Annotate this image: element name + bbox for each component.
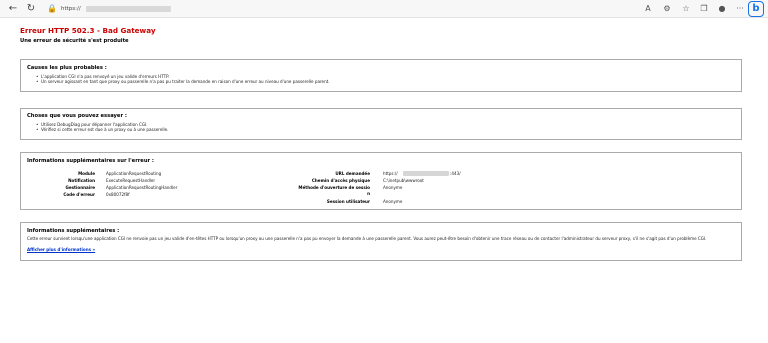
try-panel: Choses que vous pouvez essayer : Utilise… [20, 108, 742, 140]
lock-icon[interactable]: 🔒 [46, 2, 58, 16]
more-info-text: Cette erreur survient lorsqu'une applica… [27, 236, 707, 241]
detail-value: :443/ [450, 171, 461, 176]
redacted-url [403, 171, 449, 176]
detail-value: 0x80072f8f [106, 192, 130, 197]
error-info-heading: Informations supplémentaires sur l'erreu… [27, 158, 154, 164]
browser-toolbar: ← ↻ 🔒 https:// A ⚙ ☆ ❐ ● ··· b [0, 0, 768, 18]
more-info-heading: Informations supplémentaires : [27, 228, 120, 234]
detail-label: n [367, 191, 370, 196]
detail-value: C:\inetpub\wwwroot [383, 178, 424, 183]
detail-label: Session utilisateur [326, 199, 370, 204]
detail-label: Notification [68, 178, 95, 183]
collections-icon[interactable]: ❐ [697, 2, 711, 16]
error-subtitle: Une erreur de sécurité s'est produite [20, 38, 129, 44]
refresh-icon[interactable]: ↻ [24, 2, 38, 16]
detail-label: Chemin d'accès physique [311, 178, 370, 183]
detail-value: ApplicationRequestRouting [106, 171, 162, 176]
detail-label: Module [78, 171, 95, 176]
address-url[interactable]: https:// [61, 2, 81, 16]
error-title: Erreur HTTP 502.3 - Bad Gateway [20, 26, 156, 35]
detail-value: https:// [383, 171, 398, 176]
detail-label: URL demandée [335, 171, 370, 176]
extensions-icon[interactable]: ⚙ [660, 2, 674, 16]
more-icon[interactable]: ··· [733, 2, 747, 16]
list-item: Un serveur agissant en tant que proxy ou… [36, 79, 330, 84]
redacted-url [86, 6, 171, 12]
favorites-icon[interactable]: ☆ [679, 2, 693, 16]
detail-value: Anonyme [383, 185, 403, 190]
profile-icon[interactable]: ● [715, 2, 729, 16]
causes-heading: Causes les plus probables : [27, 65, 107, 71]
more-info-panel: Informations supplémentaires : Cette err… [20, 222, 742, 261]
detail-value: Anonyme [383, 199, 403, 204]
bing-icon[interactable]: b [748, 1, 764, 17]
detail-label: Gestionnaire [65, 185, 95, 190]
causes-panel: Causes les plus probables : L'applicatio… [20, 59, 742, 92]
detail-value: ApplicationRequestRoutingHandler [106, 185, 178, 190]
detail-label: Méthode d'ouverture de sessio [298, 185, 370, 190]
list-item: Vérifiez si cette erreur est due à un pr… [36, 127, 168, 132]
address-bar[interactable]: 🔒 https:// [46, 2, 626, 16]
try-heading: Choses que vous pouvez essayer : [27, 113, 127, 119]
more-info-link[interactable]: Afficher plus d'informations » [27, 247, 95, 252]
detail-value: ExecuteRequestHandler [106, 178, 156, 183]
detail-label: Code d'erreur [63, 192, 95, 197]
read-aloud-icon[interactable]: A [641, 2, 655, 16]
back-icon[interactable]: ← [6, 2, 20, 16]
